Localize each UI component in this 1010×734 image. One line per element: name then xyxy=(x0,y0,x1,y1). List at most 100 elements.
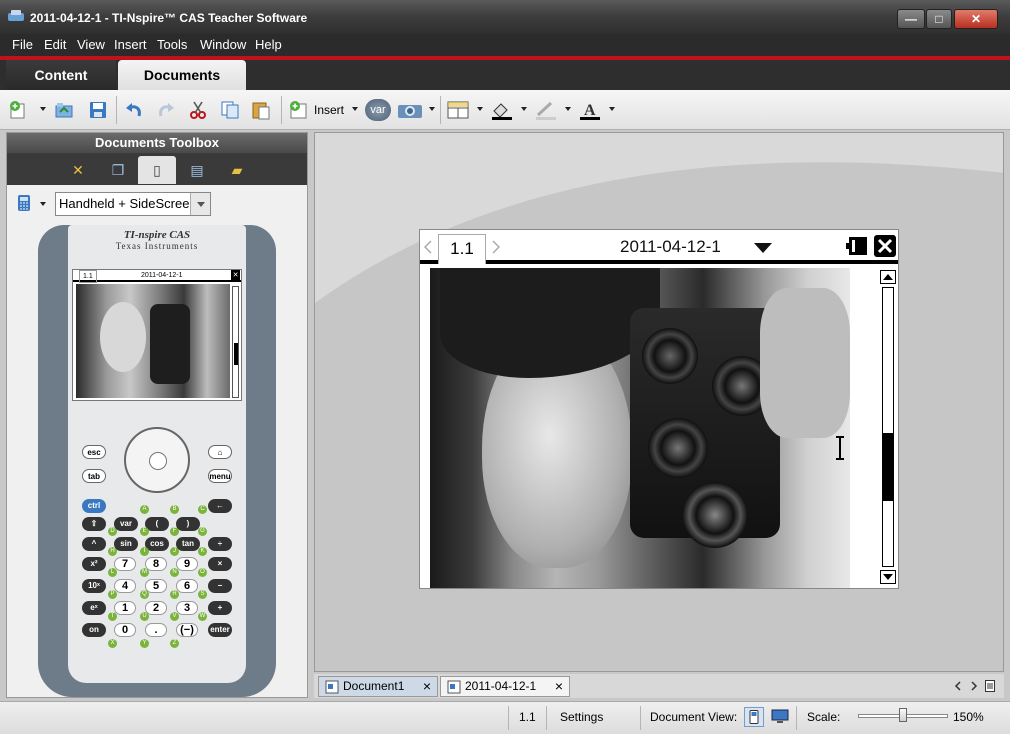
menu-insert[interactable]: Insert xyxy=(114,37,147,52)
minimize-button[interactable]: — xyxy=(897,9,925,29)
esc-key[interactable]: esc xyxy=(82,445,106,459)
settings-button[interactable]: Settings xyxy=(560,710,603,724)
undo-icon[interactable] xyxy=(124,100,144,120)
insert-page-icon[interactable] xyxy=(288,100,308,120)
x-squared-key[interactable]: x² xyxy=(82,557,106,571)
touchpad-center[interactable] xyxy=(149,452,167,470)
line-color-icon[interactable] xyxy=(534,100,558,120)
minus-key[interactable]: − xyxy=(208,579,232,593)
letter-key-k[interactable]: K xyxy=(198,547,207,556)
scale-slider-thumb[interactable] xyxy=(899,708,907,722)
caret-key[interactable]: ^ xyxy=(82,537,106,551)
layout-dropdown-arrow[interactable] xyxy=(477,107,483,111)
insert-menu-label[interactable]: Insert xyxy=(314,103,344,117)
scroll-track[interactable] xyxy=(882,287,894,567)
calculator-dropdown-arrow[interactable] xyxy=(40,202,46,206)
screen-capture-icon[interactable] xyxy=(397,100,423,120)
doc-tab-close-icon[interactable]: × xyxy=(423,677,431,696)
letter-key-a[interactable]: A xyxy=(140,505,149,514)
ctrl-key[interactable]: ctrl xyxy=(82,499,106,513)
digit-6-key[interactable]: 6 xyxy=(176,579,198,593)
text-color-dropdown-arrow[interactable] xyxy=(609,107,615,111)
letter-key-u[interactable]: U xyxy=(140,612,149,621)
next-page-icon[interactable] xyxy=(492,240,500,254)
letter-key-b[interactable]: B xyxy=(170,505,179,514)
letter-key-z[interactable]: Z xyxy=(170,639,179,648)
negative-key[interactable]: (−) xyxy=(176,623,198,637)
letter-key-g[interactable]: G xyxy=(198,527,207,536)
fill-dropdown-arrow[interactable] xyxy=(521,107,527,111)
enter-key[interactable]: enter xyxy=(208,623,232,637)
letter-key-w[interactable]: W xyxy=(198,612,207,621)
tab-key[interactable]: tab xyxy=(82,469,106,483)
digit-9-key[interactable]: 9 xyxy=(176,557,198,571)
handheld-icon[interactable]: ▯ xyxy=(138,156,176,184)
previous-page-icon[interactable] xyxy=(424,240,432,254)
tab-list-icon[interactable] xyxy=(985,680,995,692)
letter-key-y[interactable]: Y xyxy=(140,639,149,648)
document-scrollbar[interactable] xyxy=(880,270,896,586)
handheld-view-button[interactable] xyxy=(744,707,764,727)
tools-icon[interactable]: ✕ xyxy=(59,156,97,184)
page-layout-icon[interactable] xyxy=(447,100,469,120)
menu-edit[interactable]: Edit xyxy=(44,37,66,52)
letter-key-d[interactable]: D xyxy=(108,527,117,536)
page-sorter-icon[interactable]: ❐ xyxy=(99,156,137,184)
letter-key-j[interactable]: J xyxy=(170,547,179,556)
letter-key-i[interactable]: I xyxy=(140,547,149,556)
e-power-key[interactable]: eˣ xyxy=(82,601,106,615)
digit-4-key[interactable]: 4 xyxy=(114,579,136,593)
letter-key-v[interactable]: V xyxy=(170,612,179,621)
document-name[interactable]: 2011-04-12-1 xyxy=(620,237,721,257)
menu-window[interactable]: Window xyxy=(200,37,246,52)
fill-color-icon[interactable] xyxy=(490,100,514,120)
tan-key[interactable]: tan xyxy=(176,537,200,551)
scale-slider[interactable] xyxy=(858,708,948,722)
doc-tab-2011-04-12-1[interactable]: 2011-04-12-1 × xyxy=(440,676,570,697)
letter-key-f[interactable]: F xyxy=(170,527,179,536)
scroll-down-icon[interactable] xyxy=(880,570,896,584)
scroll-tabs-left-icon[interactable] xyxy=(954,681,962,691)
menu-tools[interactable]: Tools xyxy=(157,37,187,52)
calculator-icon[interactable] xyxy=(17,195,31,211)
letter-key-p[interactable]: P xyxy=(108,590,117,599)
redo-icon[interactable] xyxy=(156,100,176,120)
menu-file[interactable]: File xyxy=(12,37,33,52)
capture-dropdown-arrow[interactable] xyxy=(429,107,435,111)
digit-5-key[interactable]: 5 xyxy=(145,579,167,593)
tab-documents[interactable]: Documents xyxy=(118,60,246,90)
content-explorer-icon[interactable]: ▰ xyxy=(218,156,256,184)
doc-tab-document1[interactable]: Document1 × xyxy=(318,676,438,697)
ten-power-key[interactable]: 10ˣ xyxy=(82,579,106,593)
letter-key-t[interactable]: T xyxy=(108,612,117,621)
letter-key-s[interactable]: S xyxy=(198,590,207,599)
scroll-thumb[interactable] xyxy=(883,433,893,501)
times-key[interactable]: × xyxy=(208,557,232,571)
decimal-key[interactable]: . xyxy=(145,623,167,637)
divide-key[interactable]: ÷ xyxy=(208,537,232,551)
new-document-icon[interactable] xyxy=(8,100,28,120)
letter-key-m[interactable]: M xyxy=(140,568,149,577)
maximize-button[interactable]: □ xyxy=(926,9,952,29)
tab-content[interactable]: Content xyxy=(6,60,116,90)
var-key[interactable]: var xyxy=(114,517,138,531)
open-document-icon[interactable] xyxy=(54,100,74,120)
letter-key-r[interactable]: R xyxy=(170,590,179,599)
sin-key[interactable]: sin xyxy=(114,537,138,551)
plus-key[interactable]: + xyxy=(208,601,232,615)
close-paren-key[interactable]: ) xyxy=(176,517,200,531)
computer-view-icon[interactable] xyxy=(771,709,789,725)
text-color-icon[interactable]: A xyxy=(578,100,602,120)
handheld-view-select[interactable]: Handheld + SideScreen xyxy=(55,192,211,216)
digit-3-key[interactable]: 3 xyxy=(176,601,198,615)
letter-key-q[interactable]: Q xyxy=(140,590,149,599)
insert-dropdown-arrow[interactable] xyxy=(352,107,358,111)
menu-help[interactable]: Help xyxy=(255,37,282,52)
touchpad[interactable] xyxy=(124,427,190,493)
document-menu-icon[interactable] xyxy=(754,243,772,253)
shift-key[interactable]: ⇧ xyxy=(82,517,106,531)
chevron-down-icon[interactable] xyxy=(190,193,210,215)
letter-key-o[interactable]: O xyxy=(198,568,207,577)
close-window-button[interactable]: ✕ xyxy=(954,9,998,29)
letter-key-h[interactable]: H xyxy=(108,547,117,556)
